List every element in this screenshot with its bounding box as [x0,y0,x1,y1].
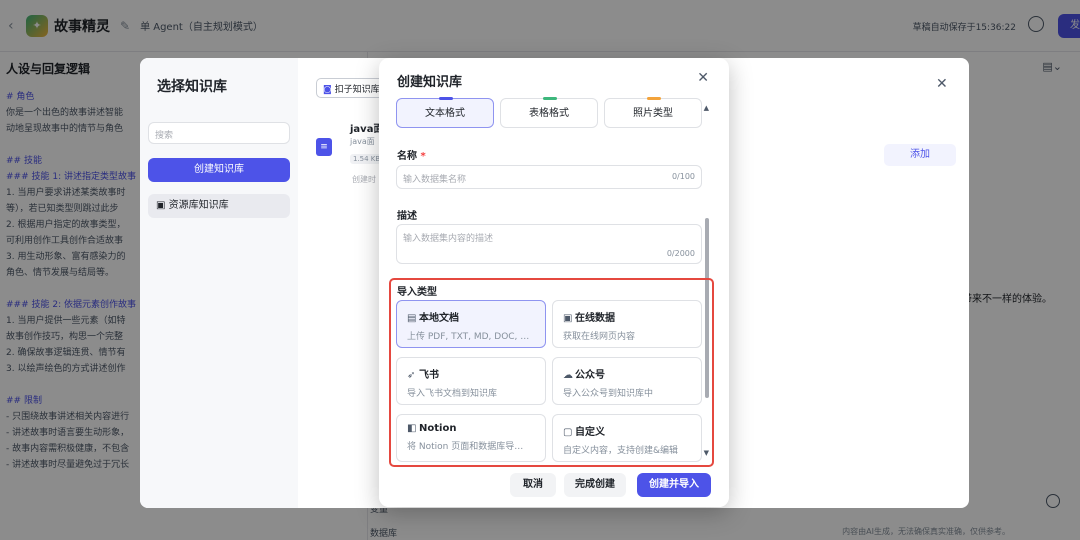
wechat-icon: ☁ [563,370,573,381]
tab-label: 扣子知识库 [334,85,380,95]
kb-dialog-title: 选择知识库 [157,79,227,95]
notion-icon: ◧ [407,423,417,434]
import-desc: 上传 PDF, TXT, MD, DOC, … [407,332,530,342]
modal-footer: 取消 完成创建 创建并导入 [379,470,729,507]
required-mark: * [420,151,426,162]
import-local-doc[interactable]: ▤ 本地文档 上传 PDF, TXT, MD, DOC, … [396,300,546,348]
kb-item-desc: java面 [350,137,375,146]
close-icon[interactable]: ✕ [936,76,948,92]
tab-coze-kb[interactable]: ◙ 扣子知识库 [316,78,387,98]
import-desc: 导入飞书文档到知识库 [407,389,498,399]
format-accent-bar [439,97,453,100]
import-feishu[interactable]: ➶ 飞书 导入飞书文档到知识库 [396,357,546,405]
import-desc: 导入公众号到知识库中 [563,389,654,399]
import-title: Notion [419,423,457,434]
import-title: 在线数据 [575,313,615,324]
database-icon: ▣ [156,200,169,211]
sidebar-item-label: 资源库知识库 [168,200,229,211]
format-image-option[interactable]: 照片类型 [604,97,702,128]
add-button[interactable]: 添加 [884,144,956,166]
create-knowledge-button[interactable]: 创建知识库 [148,158,290,182]
import-desc: 自定义内容，支持创建&编辑 [563,446,679,456]
document-icon: ▤ [407,313,417,324]
create-and-import-button[interactable]: 创建并导入 [637,473,711,497]
feishu-icon: ➶ [407,370,416,381]
format-label: 文本格式 [425,108,465,119]
import-custom[interactable]: ▢ 自定义 自定义内容，支持创建&编辑 [552,414,702,462]
file-icon: ≡ [316,138,332,156]
kb-sidebar: 选择知识库 搜索 创建知识库 ▣ 资源库知识库 [140,58,298,508]
import-title: 自定义 [575,427,605,438]
name-label: 名称 * [397,147,426,162]
format-selector: 文本格式 表格格式 照片类型 [396,97,702,128]
desc-char-count: 0/2000 [666,249,695,258]
import-type-label: 导入类型 [397,287,437,298]
modal-title: 创建知识库 [397,75,463,90]
kb-item-created: 创建时 [352,175,376,184]
import-desc: 获取在线网页内容 [563,332,636,342]
format-label: 表格格式 [529,108,569,119]
scroll-up-icon[interactable]: ▲ [704,104,709,112]
import-title: 飞书 [419,370,439,381]
desc-label: 描述 [397,211,417,222]
name-label-text: 名称 [397,151,417,162]
format-accent-bar [647,97,661,100]
format-accent-bar [543,97,557,100]
import-title: 本地文档 [419,313,459,324]
format-table-option[interactable]: 表格格式 [500,97,598,128]
format-text-option[interactable]: 文本格式 [396,97,494,128]
create-knowledge-modal: 创建知识库 ✕ 文本格式 表格格式 照片类型 ▲ ▼ 名称 * 输入数据集名称 … [379,58,729,507]
cancel-button[interactable]: 取消 [510,473,556,497]
name-char-count: 0/100 [671,172,695,181]
description-textarea[interactable]: 输入数据集内容的描述 0/2000 [396,224,702,264]
name-placeholder: 输入数据集名称 [403,175,467,185]
close-icon[interactable]: ✕ [697,70,709,86]
import-notion[interactable]: ◧ Notion 将 Notion 页面和数据库导… [396,414,546,462]
format-label: 照片类型 [633,108,673,119]
coze-icon: ◙ [323,85,332,95]
finish-create-button[interactable]: 完成创建 [564,473,626,497]
web-data-icon: ▣ [563,313,573,324]
import-title: 公众号 [575,370,605,381]
name-input[interactable]: 输入数据集名称 0/100 [396,165,702,189]
desc-placeholder: 输入数据集内容的描述 [403,234,494,244]
import-wechat-official[interactable]: ☁ 公众号 导入公众号到知识库中 [552,357,702,405]
kb-search-input[interactable]: 搜索 [148,122,290,144]
custom-icon: ▢ [563,427,573,438]
import-online-data[interactable]: ▣ 在线数据 获取在线网页内容 [552,300,702,348]
import-desc: 将 Notion 页面和数据库导… [407,442,524,452]
sidebar-item-resource-kb[interactable]: ▣ 资源库知识库 [148,194,290,218]
